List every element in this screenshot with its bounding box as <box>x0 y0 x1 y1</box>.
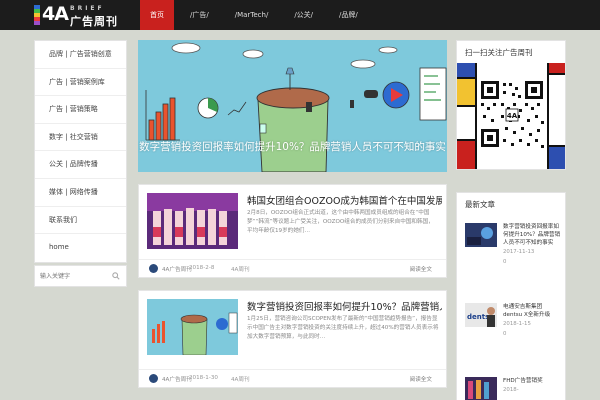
recent-post-date: 2018- <box>503 387 519 393</box>
author-avatar <box>149 374 158 383</box>
post-title[interactable]: 数字营销投资回报率如何提升10%？品牌营销人员不可不知的事实 <box>247 299 442 313</box>
recent-post-thumbnail[interactable] <box>465 377 497 400</box>
category-item[interactable]: 广告 | 营销策略 <box>35 96 126 124</box>
category-item[interactable]: 数字 | 社交营销 <box>35 124 126 152</box>
category-item[interactable]: 联系我们 <box>35 207 126 235</box>
featured-banner[interactable]: 数字营销投资回报率如何提升10%？品牌营销人员不可不知的事实 <box>138 40 447 172</box>
top-navbar: 4A BRIEF 广告周刊 首页 /广告/ /MarTech/ /公关/ /品牌… <box>0 0 600 30</box>
recent-post-image <box>465 223 497 247</box>
logo-color-bars <box>34 5 40 25</box>
logo-bar <box>34 21 40 25</box>
category-item[interactable]: 品牌 | 广告营销创意 <box>35 41 126 69</box>
post-meta: 4A广告周刊 2018-1-30 4A周刊 阅读全文 <box>139 369 446 387</box>
nav-item-ads[interactable]: /广告/ <box>180 0 219 30</box>
logo-sub-text: BRIEF <box>70 5 105 12</box>
post-author[interactable]: 4A广告周刊 <box>162 265 192 273</box>
read-more-link[interactable]: 阅读全文 <box>410 265 432 273</box>
category-item[interactable]: 公关 | 品牌传播 <box>35 151 126 179</box>
post-date: 2018-2-8 <box>189 265 215 271</box>
recent-post-title[interactable]: FHD广告营销奖 <box>503 377 561 385</box>
nav-item-martech[interactable]: /MarTech/ <box>225 0 279 30</box>
post-thumbnail[interactable] <box>147 299 238 355</box>
recent-post-date: 2018-1-15 <box>503 321 531 327</box>
recent-post-title[interactable]: 数字营销投资回报率如何提升10%？品牌营销人员不可不知的事实 <box>503 223 561 247</box>
qr-widget: 扫一扫关注广告周刊 4A <box>456 40 566 170</box>
recent-post-text: 数字营销投资回报率如何提升10%？品牌营销人员不可不知的事实 2017-11-1… <box>503 223 561 267</box>
recent-post-thumbnail[interactable] <box>465 223 497 247</box>
search-icon[interactable] <box>112 272 120 280</box>
recent-post-image: dentsu <box>465 303 497 327</box>
post-excerpt: 2月8日，OOZOO组合正式出道，这个由中韩两国成员组成的组合在“中国梦”“韩流… <box>247 210 434 234</box>
recent-post-text: 电通安吉斯集团dentsu X全新升级 2018-1-15 0 <box>503 303 561 339</box>
category-item[interactable]: home <box>35 234 126 262</box>
post-category[interactable]: 4A周刊 <box>231 375 250 383</box>
nav-item-home[interactable]: 首页 <box>140 0 174 30</box>
svg-text:4A: 4A <box>507 112 518 120</box>
banner-caption[interactable]: 数字营销投资回报率如何提升10%？品牌营销人员不可不知的事实 <box>138 139 447 154</box>
author-avatar <box>149 264 158 273</box>
logo-main-text: 4A <box>42 3 69 25</box>
search-input[interactable] <box>35 266 110 286</box>
post-card: 韩国女团组合OOZOO成为韩国首个在中国发展的娱乐公司艺人 2月8日，OOZOO… <box>138 184 447 278</box>
nav-item-brand[interactable]: /品牌/ <box>329 0 368 30</box>
post-author[interactable]: 4A广告周刊 <box>162 375 192 383</box>
qr-code-image: 4A <box>457 63 565 169</box>
post-thumbnail-image <box>147 299 238 355</box>
recent-post-image <box>465 377 497 400</box>
main-nav: 首页 /广告/ /MarTech/ /公关/ /品牌/ <box>140 0 374 30</box>
recent-post-thumbnail[interactable]: dentsu <box>465 303 497 327</box>
recent-post-comments: 0 <box>503 259 507 265</box>
recent-posts-widget: 最新文章 数字营销投资回报率如何提升10%？品牌营销人员不可不知的事实 2017… <box>456 192 566 400</box>
category-item[interactable]: 媒体 | 网络传播 <box>35 179 126 207</box>
post-thumbnail[interactable] <box>147 193 238 249</box>
post-title[interactable]: 韩国女团组合OOZOO成为韩国首个在中国发展的娱乐公司艺人 <box>247 193 442 207</box>
nav-item-pr[interactable]: /公关/ <box>284 0 323 30</box>
qr-widget-title: 扫一扫关注广告周刊 <box>465 48 533 57</box>
read-more-link[interactable]: 阅读全文 <box>410 375 432 383</box>
category-list: 品牌 | 广告营销创意 广告 | 营销案例库 广告 | 营销策略 数字 | 社交… <box>34 40 127 263</box>
logo-cn-text: 广告周刊 <box>70 15 118 28</box>
site-logo[interactable]: 4A BRIEF 广告周刊 <box>34 3 134 28</box>
post-meta: 4A广告周刊 2018-2-8 4A周刊 阅读全文 <box>139 259 446 277</box>
post-card: 数字营销投资回报率如何提升10%？品牌营销人员不可不知的事实 1月25日，营销咨… <box>138 290 447 388</box>
post-date: 2018-1-30 <box>189 375 218 381</box>
post-excerpt: 1月25日，营销咨询公司SCOPEN发布了最新的“中国营销趋势报告”，报告显示中… <box>247 316 439 340</box>
category-item[interactable]: 广告 | 营销案例库 <box>35 69 126 97</box>
recent-widget-title: 最新文章 <box>465 200 495 209</box>
recent-post-title[interactable]: 电通安吉斯集团dentsu X全新升级 <box>503 303 561 319</box>
search-box <box>34 265 127 287</box>
recent-post-date: 2017-11-13 <box>503 249 535 255</box>
post-category[interactable]: 4A周刊 <box>231 265 250 273</box>
post-thumbnail-image <box>147 193 238 249</box>
recent-post-comments: 0 <box>503 331 507 337</box>
recent-post-text: FHD广告营销奖 2018- <box>503 377 561 395</box>
